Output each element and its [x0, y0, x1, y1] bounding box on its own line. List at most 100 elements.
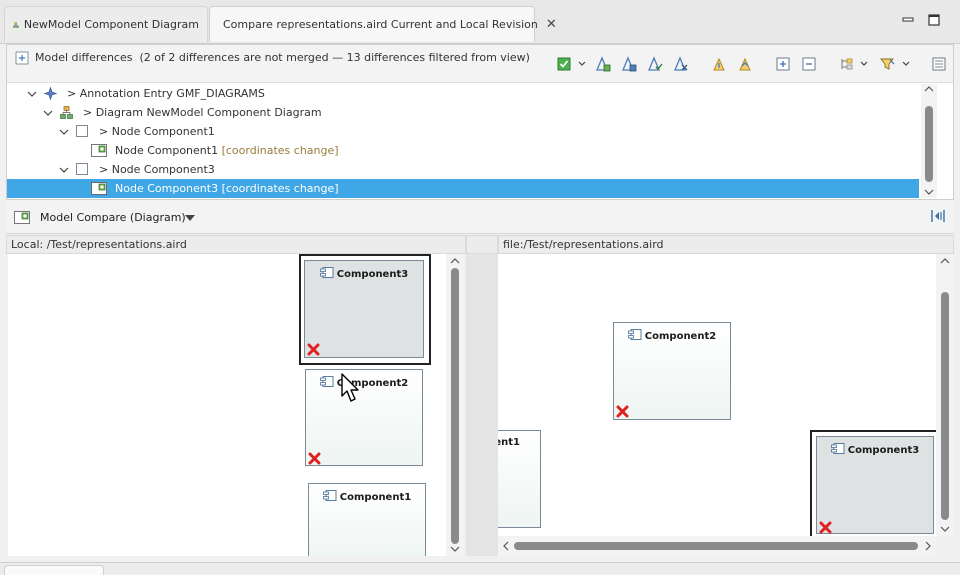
node-label: Component1	[339, 492, 412, 503]
delete-marker-icon	[307, 343, 320, 356]
tree-item-label: Node Component3	[115, 182, 219, 195]
chevron-down-icon[interactable]	[43, 108, 53, 118]
right-canvas-hscrollbar[interactable]	[498, 536, 936, 556]
close-icon[interactable]: ✕	[546, 17, 557, 32]
model-differences-title: Model differences (2 of 2 differences ar…	[35, 51, 530, 64]
chevron-down-icon[interactable]	[27, 89, 37, 99]
scroll-down-icon[interactable]	[924, 188, 934, 196]
editor-tab-bar: NewModel Component Diagram Compare repre…	[0, 0, 960, 44]
right-diagram-canvas[interactable]: Component2 nent1 Component3	[498, 254, 936, 536]
tree-row-node-component1-change[interactable]: Node Component1 [coordinates change]	[7, 141, 919, 160]
right-scrollbar-thumb[interactable]	[941, 292, 949, 520]
swap-sides-icon[interactable]	[930, 208, 946, 224]
tree-item-label: > Diagram NewModel Component Diagram	[83, 106, 322, 119]
scroll-left-icon[interactable]	[502, 541, 510, 551]
change-annotation: [coordinates change]	[221, 144, 339, 157]
diagram-node-component3[interactable]: Component3	[304, 260, 424, 358]
diagram-node-component1[interactable]: Component1	[308, 483, 426, 556]
scroll-down-icon[interactable]	[940, 525, 950, 533]
differences-tree: > Annotation Entry GMF_DIAGRAMS > Diagra…	[7, 84, 953, 200]
diagram-icon	[60, 106, 73, 119]
component-icon	[830, 443, 845, 454]
tree-row-node-component3[interactable]: > Node Component3	[7, 160, 919, 179]
chevron-down-icon[interactable]	[59, 165, 69, 175]
scroll-up-icon[interactable]	[450, 257, 460, 265]
tree-item-label: > Annotation Entry GMF_DIAGRAMS	[67, 87, 265, 100]
component-icon	[319, 267, 334, 278]
delete-marker-icon	[308, 452, 321, 465]
scroll-down-icon[interactable]	[450, 545, 460, 553]
compare-viewer-title: Model Compare (Diagram)	[40, 211, 186, 224]
tab-newmodel-component-diagram[interactable]: NewModel Component Diagram	[4, 6, 208, 42]
tab-label: NewModel Component Diagram	[23, 18, 199, 31]
diagram-icon	[13, 21, 19, 28]
component-icon	[322, 490, 337, 501]
diagram-node-component2[interactable]: Component2	[613, 322, 731, 420]
scroll-up-icon[interactable]	[924, 85, 934, 93]
tree-row-diagram[interactable]: > Diagram NewModel Component Diagram	[7, 103, 919, 122]
left-scrollbar-thumb[interactable]	[451, 268, 459, 544]
diagram-node-component1[interactable]: nent1	[498, 430, 541, 528]
tree-scrollbar[interactable]	[921, 84, 937, 198]
collapse-all-icon[interactable]	[801, 56, 817, 72]
node-label: nent1	[498, 437, 520, 448]
maximize-icon[interactable]	[928, 14, 940, 26]
diagram-node-component2[interactable]: Component2	[305, 369, 423, 466]
expand-all-icon[interactable]	[775, 56, 791, 72]
delete-marker-icon	[819, 521, 832, 534]
center-gutter-header	[466, 235, 498, 254]
node-label: Component3	[847, 445, 920, 456]
tree-row-node-component3-change[interactable]: Node Component3 [coordinates change]	[7, 179, 919, 198]
diagram-compare-icon	[14, 211, 30, 224]
tree-item-label: Node Component1	[115, 144, 219, 157]
accept-all-icon[interactable]	[647, 56, 663, 72]
tab-compare-representations[interactable]: Compare representations.aird Current and…	[209, 6, 557, 42]
model-differences-icon	[15, 51, 29, 65]
viewer-dropdown-icon[interactable]	[184, 213, 196, 223]
right-hscrollbar-thumb[interactable]	[514, 542, 918, 550]
model-differences-panel: Model differences (2 of 2 differences ar…	[6, 44, 954, 200]
compare-viewer-header: Model Compare (Diagram)	[6, 200, 954, 234]
previous-difference-icon[interactable]	[737, 56, 753, 72]
chevron-down-icon[interactable]	[577, 56, 587, 72]
node-label: Component3	[336, 269, 409, 280]
diagram-node-component3[interactable]: Component3	[816, 436, 934, 534]
node-icon	[76, 163, 88, 175]
tree-item-label: > Node Component1	[99, 125, 215, 138]
accept-change-icon[interactable]	[595, 56, 611, 72]
model-differences-header: Model differences (2 of 2 differences ar…	[7, 45, 953, 83]
minimize-icon[interactable]	[902, 14, 914, 26]
tree-scrollbar-thumb[interactable]	[925, 106, 933, 182]
component-icon	[627, 329, 642, 340]
change-annotation: [coordinates change]	[221, 182, 339, 195]
group-dropdown-chevron-icon[interactable]	[859, 56, 869, 72]
filter-check-icon[interactable]	[556, 56, 572, 72]
bottom-panel-strip	[0, 562, 960, 575]
annotation-icon	[44, 87, 57, 100]
tree-row-node-component1[interactable]: > Node Component1	[7, 122, 919, 141]
chevron-down-icon[interactable]	[59, 127, 69, 137]
next-difference-icon[interactable]	[711, 56, 727, 72]
node-icon	[76, 125, 88, 137]
center-gutter	[466, 254, 498, 556]
filter-dropdown-chevron-icon[interactable]	[901, 56, 911, 72]
scroll-up-icon[interactable]	[940, 257, 950, 265]
coordinates-change-icon	[91, 182, 107, 195]
tree-item-label: > Node Component3	[99, 163, 215, 176]
view-menu-icon[interactable]	[931, 56, 947, 72]
left-diagram-canvas[interactable]: Component3 Component2 Component1	[8, 254, 446, 556]
left-canvas-scrollbar[interactable]	[446, 254, 464, 556]
scroll-right-icon[interactable]	[924, 541, 932, 551]
reject-change-icon[interactable]	[621, 56, 637, 72]
tree-row-annotation-entry[interactable]: > Annotation Entry GMF_DIAGRAMS	[7, 84, 919, 103]
component-icon	[319, 376, 334, 387]
filter-icon[interactable]	[879, 56, 895, 72]
reject-all-icon[interactable]	[673, 56, 689, 72]
delete-marker-icon	[616, 405, 629, 418]
tab-label: Compare representations.aird Current and…	[223, 18, 538, 31]
coordinates-change-icon	[91, 144, 107, 157]
right-pane-label: file:/Test/representations.aird	[498, 235, 954, 254]
group-icon[interactable]	[839, 56, 855, 72]
left-pane-label: Local: /Test/representations.aird	[6, 235, 466, 254]
right-canvas-scrollbar[interactable]	[936, 254, 954, 536]
